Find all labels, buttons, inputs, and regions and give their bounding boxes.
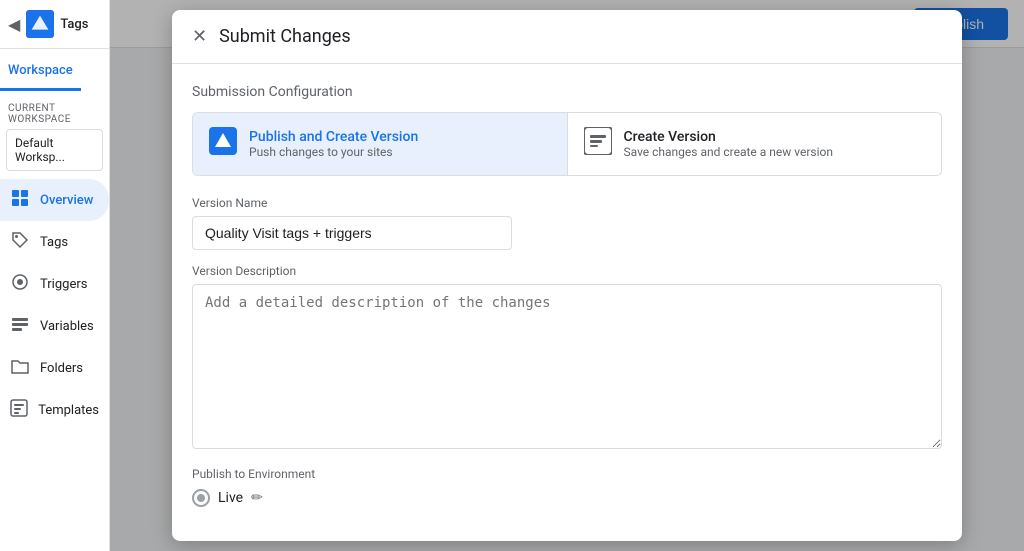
app-title: Tags (60, 17, 88, 32)
create-version-subtitle: Save changes and create a new version (624, 145, 833, 159)
dialog-overlay: ✕ Submit Changes Submission Configuratio… (110, 0, 1024, 551)
submit-changes-dialog: ✕ Submit Changes Submission Configuratio… (172, 10, 962, 541)
publish-env-section: Publish to Environment Live ✏ (192, 467, 942, 507)
sidebar-item-overview[interactable]: Overview (0, 179, 109, 221)
version-name-section: Version Name (192, 196, 942, 250)
live-radio-inner (197, 494, 205, 502)
templates-icon (10, 399, 28, 421)
env-live-row: Live ✏ (192, 489, 942, 507)
sidebar-item-triggers[interactable]: Triggers (0, 263, 109, 305)
sidebar-item-overview-label: Overview (40, 193, 93, 208)
dialog-title: Submit Changes (219, 26, 351, 47)
create-version-text: Create Version Save changes and create a… (624, 129, 833, 159)
gtm-logo (26, 10, 54, 38)
main-area: Publish ✕ Submit Changes Submission Conf… (110, 0, 1024, 551)
sidebar-item-variables[interactable]: Variables (0, 305, 109, 347)
version-name-label: Version Name (192, 196, 942, 210)
sidebar-item-tags[interactable]: Tags (0, 221, 109, 263)
create-version-title: Create Version (624, 129, 833, 145)
dialog-header: ✕ Submit Changes (172, 10, 962, 64)
triggers-icon (10, 273, 30, 295)
back-icon[interactable]: ◀ (8, 15, 20, 34)
dialog-body: Submission Configuration Publish and Cre… (172, 64, 962, 541)
current-workspace-label: CURRENT WORKSPACE (0, 95, 109, 129)
publish-create-icon (209, 127, 237, 161)
publish-create-title: Publish and Create Version (249, 129, 418, 145)
sidebar-item-tags-label: Tags (40, 235, 68, 250)
sidebar-item-templates-label: Templates (38, 403, 99, 418)
publish-env-label: Publish to Environment (192, 467, 942, 481)
sidebar: ◀ Tags Workspace CURRENT WORKSPACE Defau… (0, 0, 110, 551)
folders-icon (10, 357, 30, 379)
option-create-version[interactable]: Create Version Save changes and create a… (568, 113, 942, 175)
config-options: Publish and Create Version Push changes … (192, 112, 942, 176)
close-icon[interactable]: ✕ (192, 26, 207, 47)
live-label: Live (218, 490, 243, 506)
sidebar-item-folders[interactable]: Folders (0, 347, 109, 389)
workspace-tab[interactable]: Workspace (0, 49, 109, 95)
submission-config-label: Submission Configuration (192, 84, 942, 100)
sidebar-header: ◀ Tags (0, 0, 109, 49)
version-name-input[interactable] (192, 216, 512, 250)
workspace-name[interactable]: Default Worksp... (6, 129, 103, 171)
sidebar-item-variables-label: Variables (40, 319, 94, 334)
live-radio[interactable] (192, 489, 210, 507)
tags-icon (10, 231, 30, 253)
version-desc-section: Version Description (192, 264, 942, 453)
sidebar-item-triggers-label: Triggers (40, 277, 87, 292)
variables-icon (10, 315, 30, 337)
option-publish-create[interactable]: Publish and Create Version Push changes … (193, 113, 568, 175)
create-version-icon (584, 127, 612, 161)
sidebar-item-templates[interactable]: Templates (0, 389, 109, 431)
overview-icon (10, 189, 30, 211)
version-desc-textarea[interactable] (192, 284, 942, 449)
publish-create-subtitle: Push changes to your sites (249, 145, 418, 159)
sidebar-item-folders-label: Folders (40, 361, 83, 376)
publish-create-text: Publish and Create Version Push changes … (249, 129, 418, 159)
version-desc-label: Version Description (192, 264, 942, 278)
edit-icon[interactable]: ✏ (251, 490, 263, 506)
